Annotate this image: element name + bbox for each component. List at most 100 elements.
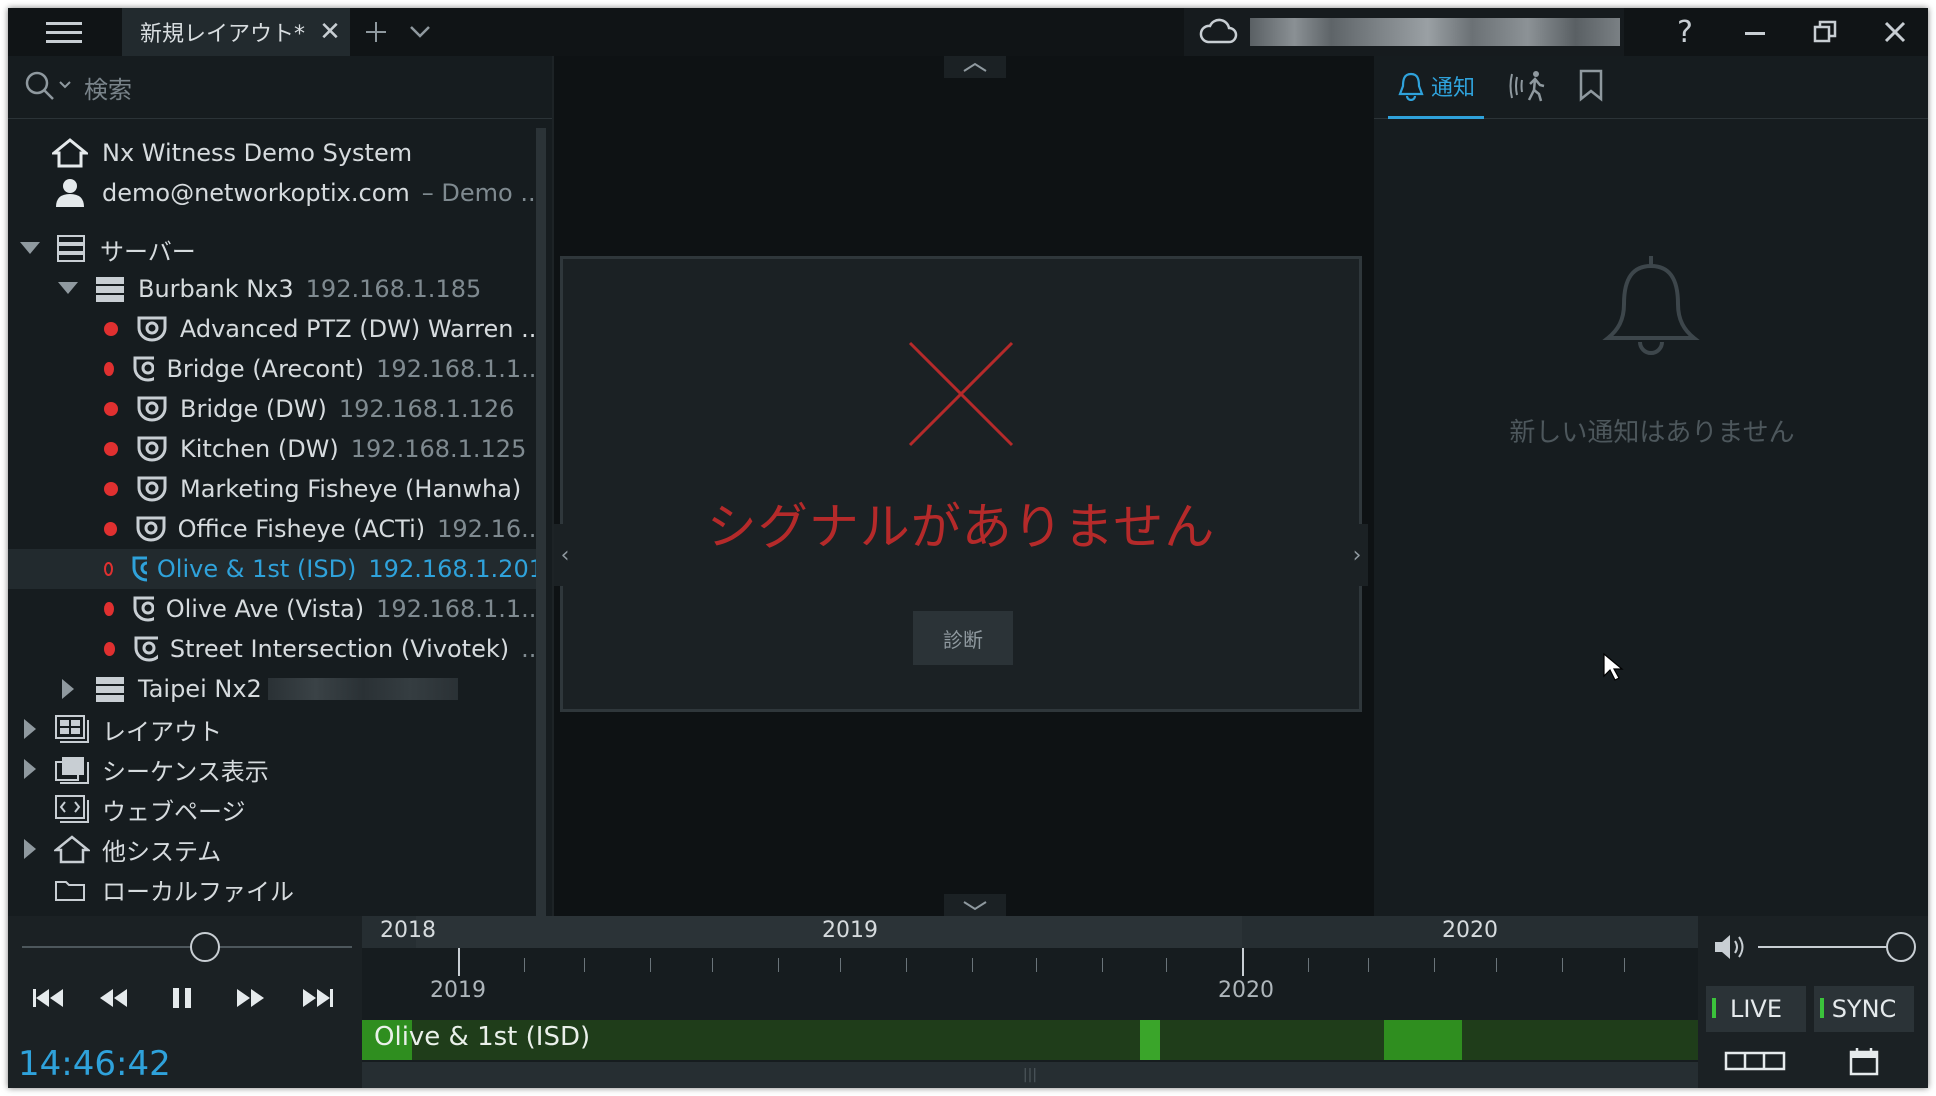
tree-item-camera[interactable]: Bridge (Arecont) 192.168.1.1... <box>8 349 544 389</box>
user-icon <box>56 179 84 207</box>
tree-item-webpages[interactable]: ウェブページ <box>8 789 544 829</box>
month-tick <box>1496 958 1497 972</box>
tab-list-button[interactable] <box>400 8 440 56</box>
tab-motion[interactable] <box>1508 68 1548 108</box>
minimize-icon <box>1745 32 1765 35</box>
pause-button[interactable] <box>152 968 212 1028</box>
help-button[interactable]: ? <box>1650 8 1720 56</box>
jump-to-start-button[interactable] <box>18 968 78 1028</box>
tree-item-camera[interactable]: Marketing Fisheye (Hanwha) <box>8 469 544 509</box>
close-icon <box>1884 21 1906 43</box>
month-tick <box>1036 958 1037 972</box>
resource-tree: Nx Witness Demo System demo@networkoptix… <box>8 119 544 916</box>
recording-status-icon <box>104 522 118 536</box>
camera-icon <box>133 596 154 622</box>
tree-item-layouts[interactable]: レイアウト <box>8 709 544 749</box>
month-tick <box>972 958 973 972</box>
camera-icon <box>137 436 167 462</box>
tree-item-servers[interactable]: サーバー <box>8 229 544 269</box>
tree-item-camera[interactable]: Kitchen (DW) 192.168.1.125 <box>8 429 544 469</box>
webpages-label: ウェブページ <box>102 797 246 826</box>
tree-item-camera[interactable]: Bridge (DW) 192.168.1.126 <box>8 389 544 429</box>
camera-ip: 192.168.1.126 <box>338 395 515 423</box>
new-tab-button[interactable] <box>356 8 396 56</box>
cloud-account-redacted <box>1250 18 1620 46</box>
camera-item[interactable]: シグナルがありません 診断 <box>560 256 1362 712</box>
speed-slider-handle[interactable] <box>189 932 220 962</box>
jump-to-end-button[interactable] <box>288 968 348 1028</box>
diagnostics-button[interactable]: 診断 <box>913 611 1013 665</box>
tree-item-camera[interactable]: Olive Ave (Vista) 192.168.1.1... <box>8 589 544 629</box>
tree-item-showreels[interactable]: シーケンス表示 <box>8 749 544 789</box>
thumbnails-icon <box>1724 1051 1786 1071</box>
tree-item-camera-selected[interactable]: Olive & 1st (ISD) 192.168.1.201 <box>8 549 544 589</box>
step-back-button[interactable] <box>84 968 144 1028</box>
tree-item-camera[interactable]: Office Fisheye (ACTi) 192.16... <box>8 509 544 549</box>
month-tick <box>1368 958 1369 972</box>
cloud-icon <box>1199 18 1238 44</box>
chevron-left-icon: ‹ <box>560 542 570 568</box>
show-timeline-button[interactable] <box>944 894 1006 916</box>
tree-item-other-systems[interactable]: 他システム <box>8 829 544 869</box>
tree-item-server-burbank[interactable]: Burbank Nx3 192.168.1.185 <box>8 269 544 309</box>
thumbnails-button[interactable] <box>1706 1040 1806 1082</box>
tree-item-server-taipei[interactable]: Taipei Nx2 <box>8 669 544 709</box>
search-bar[interactable]: 検索 <box>8 56 552 119</box>
tree-item-system[interactable]: Nx Witness Demo System <box>8 133 544 173</box>
tree-item-local-files[interactable]: ローカルファイル <box>8 869 544 909</box>
main-menu-button[interactable] <box>8 8 120 56</box>
hamburger-icon <box>46 22 82 43</box>
no-notifications-text: 新しい通知はありません <box>1509 418 1795 448</box>
server-ip: 192.168.1.185 <box>305 275 482 303</box>
title-bar: 新規レイアウト* ✕ ? <box>8 8 1928 56</box>
no-signal-x-icon <box>908 341 1014 447</box>
local-files-label: ローカルファイル <box>102 877 294 906</box>
timeline-scrollbar[interactable]: ||| <box>362 1062 1698 1088</box>
scene-viewer: シグナルがありません 診断 ‹ › <box>554 56 1372 916</box>
notifications-panel: 通知 新しい通知はありません <box>1372 56 1928 916</box>
live-button[interactable]: LIVE <box>1706 986 1806 1032</box>
volume-icon[interactable] <box>1712 932 1748 962</box>
volume-slider-track[interactable] <box>1758 946 1900 948</box>
home-outline-icon <box>54 835 90 864</box>
right-panel-tabs: 通知 <box>1374 56 1928 119</box>
close-button[interactable] <box>1860 8 1928 56</box>
tree-item-camera[interactable]: Street Intersection (Vivotek) ... <box>8 629 544 669</box>
showreels-label: シーケンス表示 <box>102 757 269 786</box>
hide-right-panel-button[interactable]: › <box>1346 524 1368 586</box>
camera-icon <box>137 396 167 422</box>
camera-ip: 192.16... <box>437 515 544 543</box>
minimize-button[interactable] <box>1720 8 1790 56</box>
server-name: Taipei Nx2 <box>138 675 262 703</box>
search-input[interactable]: 検索 <box>84 70 132 105</box>
tab-notifications[interactable]: 通知 <box>1388 56 1484 119</box>
volume-slider-handle[interactable] <box>1886 932 1916 962</box>
camera-ip: 192.168.1.201 <box>368 555 544 583</box>
fast-forward-icon <box>237 989 264 1007</box>
server-icon <box>96 277 124 302</box>
show-titlebar-button[interactable] <box>944 56 1006 78</box>
tab-bookmarks[interactable] <box>1576 68 1612 108</box>
hide-left-panel-button[interactable]: ‹ <box>554 524 576 586</box>
calendar-button[interactable] <box>1814 1040 1914 1082</box>
speed-slider-track[interactable] <box>22 946 352 948</box>
tree-item-user[interactable]: demo@networkoptix.com – Demo ... <box>8 173 544 213</box>
month-tick <box>1434 958 1435 972</box>
close-tab-icon[interactable]: ✕ <box>310 17 350 47</box>
tree-item-camera[interactable]: Advanced PTZ (DW) Warren ... <box>8 309 544 349</box>
timeline[interactable]: 2018 2019 2020 2019 2020 Olive & 1st (IS… <box>362 916 1698 1088</box>
month-tick <box>906 958 907 972</box>
skip-back-icon <box>33 989 63 1007</box>
month-tick <box>524 958 525 972</box>
tree-scrollbar[interactable] <box>536 128 546 918</box>
recording-status-icon <box>104 442 118 456</box>
bell-icon <box>1398 72 1424 101</box>
expand-right-icon <box>24 719 36 739</box>
sync-button[interactable]: SYNC <box>1814 986 1914 1032</box>
restore-icon <box>1813 20 1837 43</box>
camera-name: Marketing Fisheye (Hanwha) <box>180 475 522 503</box>
layout-tab[interactable]: 新規レイアウト* ✕ <box>122 8 350 56</box>
step-forward-button[interactable] <box>220 968 280 1028</box>
restore-button[interactable] <box>1790 8 1860 56</box>
cloud-status-button[interactable] <box>1184 8 1624 56</box>
